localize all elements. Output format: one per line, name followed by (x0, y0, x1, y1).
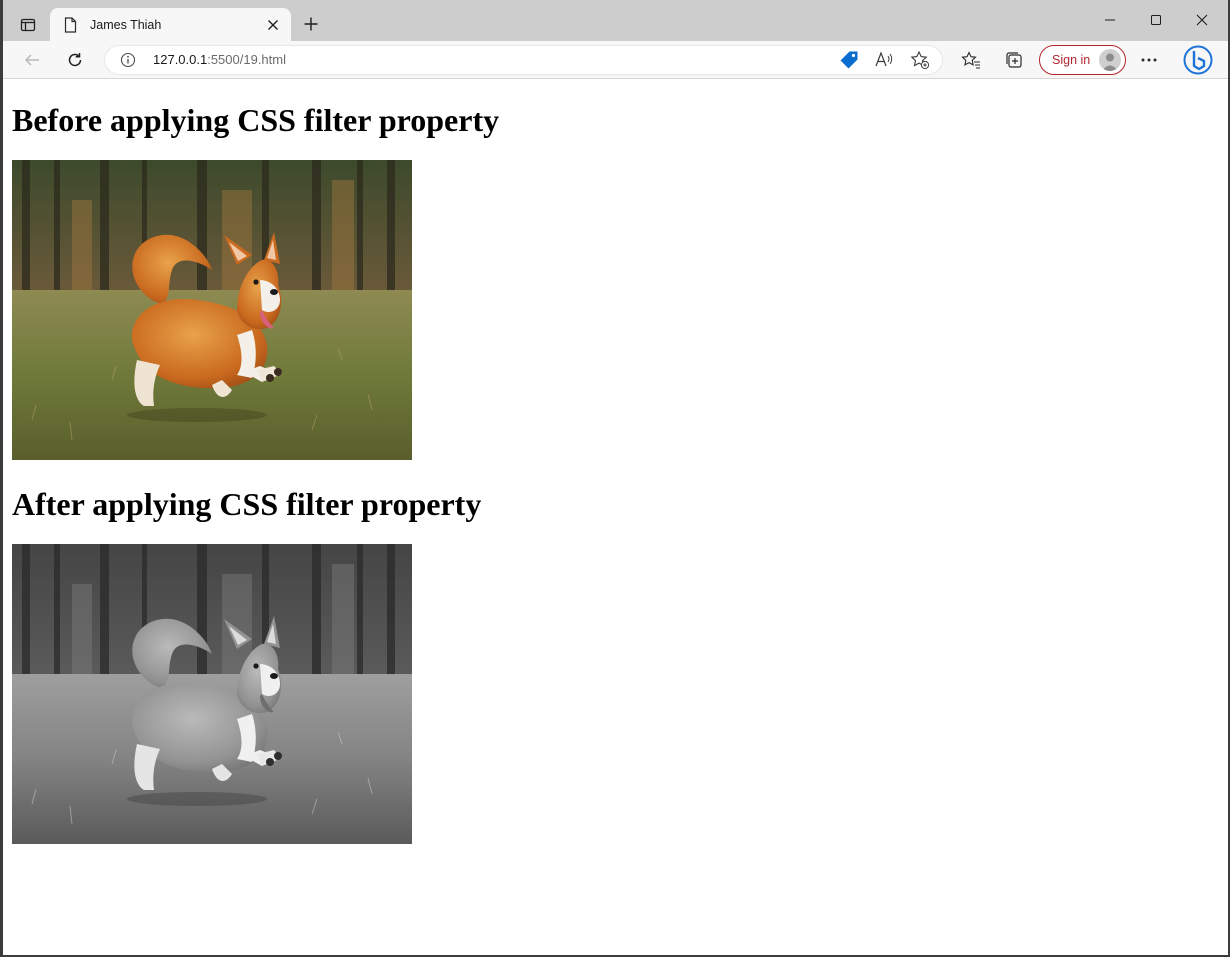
favorites-icon[interactable] (955, 44, 987, 76)
address-bar[interactable]: 127.0.0.1:5500/19.html (104, 45, 943, 75)
page-content: Before applying CSS filter property Afte… (3, 80, 1228, 955)
heading-before: Before applying CSS filter property (12, 102, 500, 138)
maximize-icon[interactable] (1133, 4, 1179, 36)
tab-active[interactable]: James Thiah (50, 8, 291, 41)
tab-title: James Thiah (90, 17, 162, 32)
close-icon[interactable] (261, 13, 285, 37)
url-host: 127.0.0.1 (153, 52, 208, 67)
refresh-icon[interactable] (59, 44, 91, 76)
more-icon[interactable] (1133, 44, 1165, 76)
browser-toolbar: 127.0.0.1:5500/19.html Sign in (3, 41, 1228, 79)
tab-strip: James Thiah (3, 0, 1228, 41)
back-arrow-icon[interactable] (16, 44, 48, 76)
add-favorite-icon[interactable] (909, 50, 931, 70)
info-icon[interactable] (120, 52, 136, 68)
close-window-icon[interactable] (1179, 4, 1225, 36)
plus-icon[interactable] (296, 9, 326, 39)
tag-icon[interactable] (838, 50, 860, 70)
minimize-icon[interactable] (1087, 4, 1133, 36)
sign-in-label: Sign in (1052, 53, 1091, 67)
avatar (1099, 49, 1121, 71)
url-text[interactable]: 127.0.0.1:5500/19.html (153, 52, 286, 67)
heading-after: After applying CSS filter property (12, 486, 482, 522)
browser-window: James Thiah 127.0.0.1:5500/19.html Sign … (3, 0, 1228, 955)
corgi-image-original (12, 160, 412, 460)
url-path: :5500/19.html (207, 52, 286, 67)
page-icon (64, 16, 78, 33)
bing-copilot-icon[interactable] (1181, 44, 1215, 76)
corgi-image-grayscale (12, 544, 412, 844)
sign-in-button[interactable]: Sign in (1039, 45, 1126, 75)
tab-actions-icon[interactable] (12, 9, 44, 41)
collections-icon[interactable] (998, 44, 1030, 76)
read-aloud-icon[interactable] (873, 50, 895, 70)
